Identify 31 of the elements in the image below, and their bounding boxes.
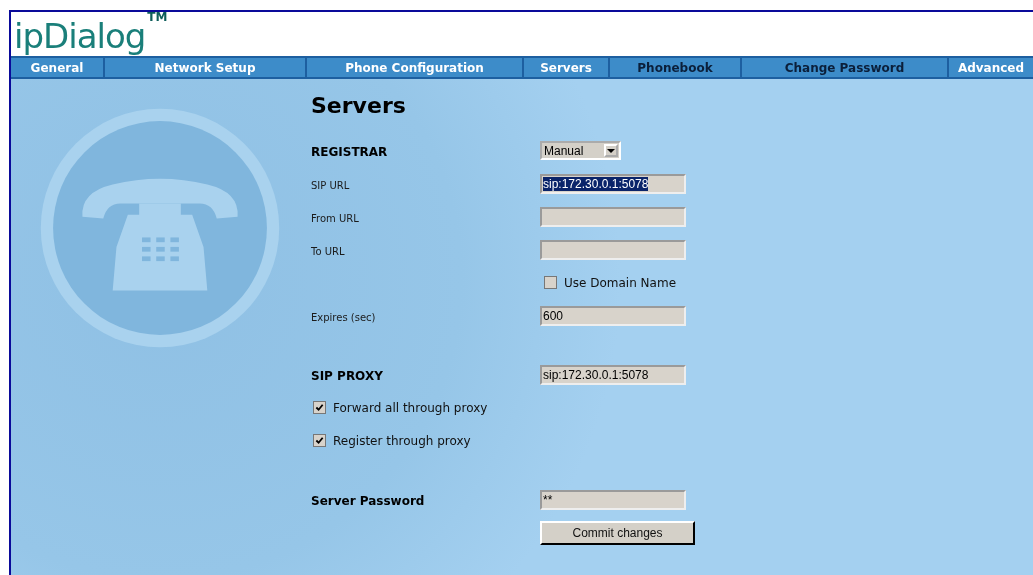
field-label: From URL	[311, 213, 359, 224]
nav-tab[interactable]: Network Setup	[105, 58, 307, 77]
page-title: Servers	[311, 93, 407, 118]
input-field[interactable]	[540, 239, 686, 260]
field-label: SIP URL	[311, 180, 350, 191]
input-field[interactable]: sip:172.30.0.1:5078	[540, 173, 686, 194]
nav-tab[interactable]: Phone Configuration	[307, 58, 524, 77]
input-field[interactable]: sip:172.30.0.1:5078	[540, 364, 686, 385]
field-label: Expires (sec)	[311, 312, 376, 323]
input-field[interactable]	[540, 206, 686, 227]
input-field[interactable]: **	[540, 489, 686, 510]
checkbox-label: Forward all through proxy	[333, 400, 488, 415]
input-field[interactable]: 600	[540, 305, 686, 326]
field-label: Server Password	[311, 494, 425, 508]
field-label: REGISTRAR	[311, 145, 388, 159]
nav-tab[interactable]: Phonebook	[610, 58, 742, 77]
checkbox[interactable]	[313, 434, 326, 447]
commit-button[interactable]: Commit changes	[540, 520, 695, 545]
field-label: SIP PROXY	[311, 369, 383, 383]
checkbox-label: Use Domain Name	[564, 275, 676, 290]
dropdown-arrow-icon	[607, 148, 615, 153]
checkbox[interactable]	[313, 401, 326, 414]
nav-tab[interactable]: Servers	[524, 58, 610, 77]
nav-tab[interactable]: General	[11, 58, 105, 77]
nav-tab[interactable]: Advanced	[949, 58, 1033, 77]
dropdown[interactable]: Manual	[540, 141, 621, 160]
checkbox[interactable]	[544, 276, 557, 289]
checkbox-label: Register through proxy	[333, 433, 471, 448]
nav-tab[interactable]: Change Password	[742, 58, 949, 77]
field-label: To URL	[311, 246, 345, 257]
logo-text: ipDialog$^{TM}$	[13, 12, 168, 57]
